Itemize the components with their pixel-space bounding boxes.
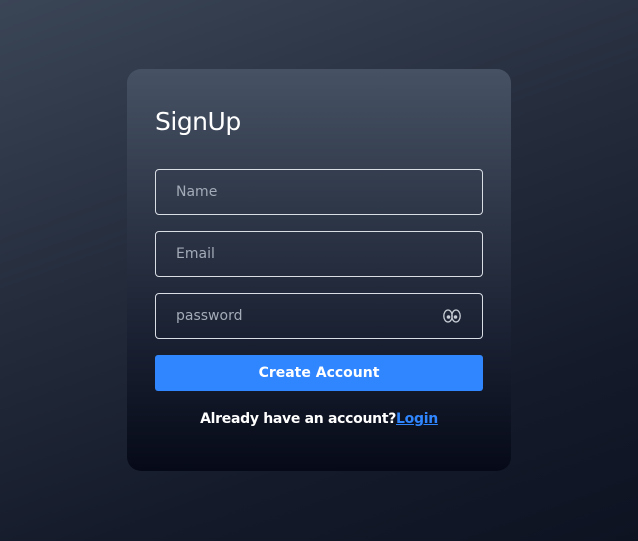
login-link[interactable]: Login xyxy=(396,411,438,427)
login-prompt: Already have an account?Login xyxy=(127,411,511,427)
page-title: SignUp xyxy=(155,107,241,136)
create-account-button[interactable]: Create Account xyxy=(155,355,483,391)
password-input[interactable] xyxy=(156,294,482,338)
eye-icon[interactable] xyxy=(442,308,462,324)
email-field-wrapper xyxy=(155,231,483,277)
email-input[interactable] xyxy=(156,232,482,276)
signup-card: SignUp Create Account Already have an ac… xyxy=(127,69,511,471)
name-field-wrapper xyxy=(155,169,483,215)
name-input[interactable] xyxy=(156,170,482,214)
password-field-wrapper xyxy=(155,293,483,339)
login-prompt-text: Already have an account? xyxy=(200,411,397,427)
